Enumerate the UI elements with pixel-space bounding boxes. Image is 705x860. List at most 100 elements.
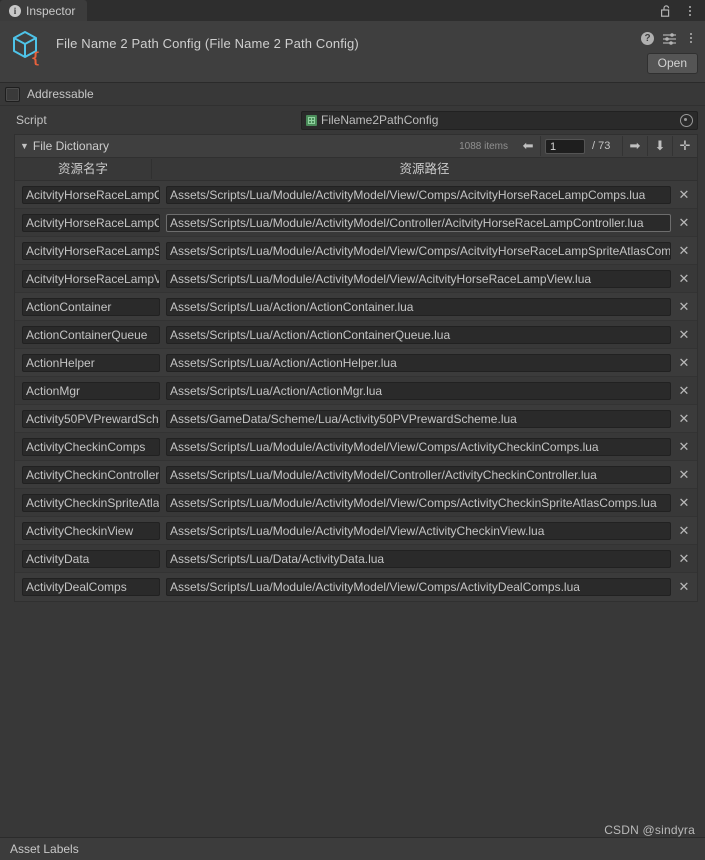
arrow-down-icon[interactable]: ⬇ <box>647 136 672 156</box>
close-x-icon[interactable]: ✕ <box>671 580 697 594</box>
key-field[interactable]: AcitvityHorseRaceLampComps <box>22 185 160 204</box>
close-x-icon[interactable]: ✕ <box>671 467 697 482</box>
column-header-value: 资源路径 <box>399 162 450 176</box>
asset-header: { } File Name 2 Path Config (File Name 2… <box>0 21 705 83</box>
svg-text:{ }: { } <box>31 49 48 67</box>
key-field[interactable]: ActionMgr <box>22 381 160 400</box>
key-field[interactable]: ActionContainerQueue <box>22 325 160 344</box>
close-x-icon[interactable]: ✕ <box>671 439 697 454</box>
column-header-key: 资源名字 <box>15 159 152 179</box>
value-field[interactable]: Assets/Scripts/Lua/Data/ActivityData.lua <box>166 549 671 568</box>
dictionary-column-headers: 资源名字 资源路径 <box>14 157 698 181</box>
value-field[interactable]: Assets/Scripts/Lua/Module/ActivityModel/… <box>166 465 671 484</box>
close-x-icon[interactable]: ✕ <box>671 355 697 370</box>
key-field[interactable]: ActionContainer <box>22 297 160 316</box>
table-row: ActionHelper Assets/Scripts/Lua/Action/Ac… <box>15 349 697 377</box>
value-field[interactable]: Assets/Scripts/Lua/Module/ActivityModel/… <box>166 578 671 596</box>
table-row: ActivityCheckinView Assets/Scripts/Lua/Mo… <box>15 517 697 545</box>
value-field[interactable]: Assets/Scripts/Lua/Module/ActivityModel/… <box>166 493 671 512</box>
info-icon: i <box>9 4 21 17</box>
unlocked-padlock-icon[interactable] <box>659 3 673 19</box>
value-field[interactable]: Assets/Scripts/Lua/Module/ActivityModel/… <box>166 185 671 204</box>
watermark: CSDN @sindyra <box>604 823 695 837</box>
inspector-window: i Inspector { } <box>0 0 705 860</box>
key-field[interactable]: ActivityCheckinSpriteAtlasComps <box>22 493 160 512</box>
table-row: ActionMgr Assets/Scripts/Lua/Action/Actio… <box>15 377 697 405</box>
key-field[interactable]: AcitvityHorseRaceLampController <box>22 213 160 232</box>
table-row: ActivityCheckinSpriteAtlasComps Assets/Sc… <box>15 489 697 517</box>
help-icon[interactable]: ? <box>641 31 654 45</box>
arrow-right-icon[interactable]: ➡ <box>622 136 647 156</box>
open-button[interactable]: Open <box>646 53 698 74</box>
close-x-icon[interactable]: ✕ <box>671 523 697 538</box>
cs-script-icon <box>306 114 317 126</box>
close-x-icon[interactable]: ✕ <box>671 411 697 426</box>
asset-header-main: { } File Name 2 Path Config (File Name 2… <box>8 27 697 67</box>
preset-sliders-icon[interactable] <box>662 30 676 46</box>
close-x-icon[interactable]: ✕ <box>671 243 697 258</box>
close-x-icon[interactable]: ✕ <box>671 327 697 342</box>
tab-bar: i Inspector <box>0 0 705 21</box>
tab-inspector-label: Inspector <box>26 3 76 18</box>
empty-area <box>0 602 705 837</box>
close-x-icon[interactable]: ✕ <box>671 383 697 398</box>
kebab-menu-icon[interactable] <box>684 30 698 46</box>
key-field[interactable]: ActivityCheckinComps <box>22 437 160 456</box>
value-field[interactable]: Assets/Scripts/Lua/Action/ActionContaine… <box>166 325 671 344</box>
script-row: Script FileName2PathConfig <box>0 110 705 130</box>
asset-header-actions: ? <box>641 30 698 46</box>
key-field[interactable]: ActivityData <box>22 549 160 568</box>
table-row: ActivityCheckinController Assets/Scripts/… <box>15 461 697 489</box>
table-row: ActionContainerQueue Assets/Scripts/Lua/A… <box>15 321 697 349</box>
key-field[interactable]: Activity50PVPrewardScheme <box>22 409 160 428</box>
asset-labels-label: Asset Labels <box>10 842 79 856</box>
plus-icon[interactable]: ✛ <box>672 136 697 156</box>
table-row: ActionContainer Assets/Scripts/Lua/Action… <box>15 293 697 321</box>
key-field[interactable]: ActivityDealComps <box>22 578 160 596</box>
page-input[interactable]: 1 <box>545 138 585 154</box>
key-field[interactable]: AcitvityHorseRaceLampSpriteAtlasComps <box>22 241 160 260</box>
arrow-left-icon[interactable]: ➡ <box>516 136 541 156</box>
value-field[interactable]: Assets/Scripts/Lua/Action/ActionContaine… <box>166 297 671 316</box>
file-dictionary-header: ▼ File Dictionary 1088 items ➡ 1 / 73 ➡ … <box>14 134 698 157</box>
addressable-checkbox[interactable] <box>5 86 20 102</box>
page-title: File Name 2 Path Config (File Name 2 Pat… <box>56 36 359 51</box>
table-row: ActivityCheckinComps Assets/Scripts/Lua/M… <box>15 433 697 461</box>
close-x-icon[interactable]: ✕ <box>671 495 697 510</box>
tab-bar-actions <box>659 0 705 21</box>
value-field[interactable]: Assets/Scripts/Lua/Module/ActivityModel/… <box>166 241 671 260</box>
table-row: AcitvityHorseRaceLampSpriteAtlasComps Ass… <box>15 237 697 265</box>
close-x-icon[interactable]: ✕ <box>671 271 697 286</box>
close-x-icon[interactable]: ✕ <box>671 215 697 230</box>
table-row: AcitvityHorseRaceLampComps Assets/Scripts… <box>15 181 697 209</box>
value-field[interactable]: Assets/Scripts/Lua/Module/ActivityModel/… <box>166 269 671 288</box>
value-field[interactable]: Assets/Scripts/Lua/Module/ActivityModel/… <box>166 521 671 540</box>
dictionary-rows: AcitvityHorseRaceLampComps Assets/Scripts… <box>14 181 698 602</box>
pagination-controls: 1088 items ➡ 1 / 73 ➡ ⬇ ✛ <box>459 135 697 157</box>
page-total-label: / 73 <box>592 140 611 152</box>
key-field[interactable]: ActivityCheckinView <box>22 521 160 540</box>
value-field[interactable]: Assets/GameData/Scheme/Lua/Activity50PVP… <box>166 409 671 428</box>
close-x-icon[interactable]: ✕ <box>671 299 697 314</box>
kebab-menu-icon[interactable] <box>683 3 697 19</box>
key-field[interactable]: AcitvityHorseRaceLampView <box>22 269 160 288</box>
value-field[interactable]: Assets/Scripts/Lua/Module/ActivityModel/… <box>166 213 671 232</box>
value-field[interactable]: Assets/Scripts/Lua/Action/ActionHelper.l… <box>166 353 671 372</box>
table-row: ActivityDealComps Assets/Scripts/Lua/Modu… <box>15 573 697 601</box>
table-row: AcitvityHorseRaceLampView Assets/Scripts/… <box>15 265 697 293</box>
tab-inspector[interactable]: i Inspector <box>0 0 88 21</box>
addressable-row: Addressable <box>0 83 705 106</box>
close-x-icon[interactable]: ✕ <box>671 551 697 566</box>
key-field[interactable]: ActionHelper <box>22 353 160 372</box>
addressable-label: Addressable <box>27 87 94 101</box>
script-object-field[interactable]: FileName2PathConfig <box>301 110 698 130</box>
object-picker-icon[interactable] <box>680 113 693 127</box>
items-count-label: 1088 items <box>459 140 508 152</box>
triangle-down-icon[interactable]: ▼ <box>20 141 29 151</box>
value-field[interactable]: Assets/Scripts/Lua/Action/ActionMgr.lua <box>166 381 671 400</box>
key-field[interactable]: ActivityCheckinController <box>22 465 160 484</box>
close-x-icon[interactable]: ✕ <box>671 187 697 202</box>
asset-labels-bar[interactable]: Asset Labels <box>0 837 705 860</box>
value-field[interactable]: Assets/Scripts/Lua/Module/ActivityModel/… <box>166 437 671 456</box>
table-row: AcitvityHorseRaceLampController Assets/Sc… <box>15 209 697 237</box>
